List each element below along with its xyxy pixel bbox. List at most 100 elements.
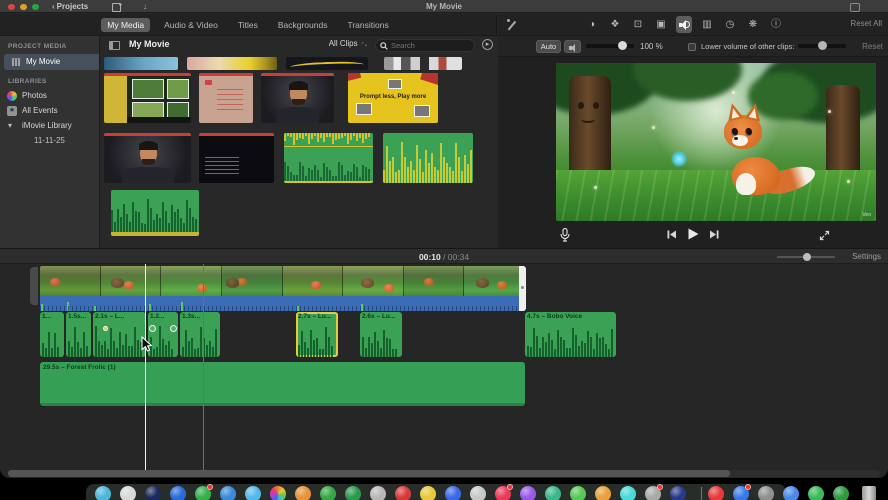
search-input[interactable] — [391, 39, 471, 51]
dock-app-icon[interactable] — [758, 486, 774, 500]
audio-clip-1-3s[interactable]: 1.3s... — [180, 312, 220, 357]
media-thumbnail-terminal[interactable] — [199, 133, 274, 183]
effects-icon[interactable]: ❋ — [745, 16, 761, 33]
tab-audio-video[interactable]: Audio & Video — [158, 18, 224, 32]
dock-app-icon[interactable] — [620, 486, 636, 500]
dock-app-icon[interactable] — [733, 484, 751, 500]
media-thumbnail-strip-sunset[interactable] — [187, 57, 277, 70]
noise-reduction-icon[interactable]: ▥ — [699, 16, 715, 33]
next-icon[interactable] — [709, 230, 720, 239]
video-filmstrip-clip[interactable] — [40, 266, 525, 296]
sidebar-toggle-icon[interactable] — [109, 41, 120, 50]
auto-volume-button[interactable]: Auto — [536, 40, 561, 53]
stabilization-icon[interactable]: ▣ — [653, 16, 669, 33]
media-thumbnail-document[interactable] — [199, 73, 253, 123]
media-thumbnail-app-grid[interactable] — [104, 73, 191, 123]
sidebar-item-11-11-25[interactable]: 11-11-25 — [0, 133, 99, 148]
media-thumbnail-wave-spikes[interactable] — [383, 133, 473, 183]
audio-clip-2-6s-lu[interactable]: 2.6s – Lu... — [360, 312, 402, 357]
clip-trim-handle[interactable] — [519, 266, 526, 311]
media-thumbnail-selfie[interactable] — [104, 133, 191, 183]
audio-clip-1-5s[interactable]: 1.5s... — [66, 312, 91, 357]
media-thumbnail-promo[interactable]: Prompt less, Play more — [348, 73, 438, 123]
dock-app-icon[interactable] — [95, 486, 111, 500]
browser-options-icon[interactable]: ▸ — [482, 39, 493, 50]
tab-backgrounds[interactable]: Backgrounds — [272, 18, 334, 32]
audio-clip-2-1s-l[interactable]: 2.1s – L... — [93, 312, 146, 357]
dock-app-icon[interactable] — [170, 486, 186, 500]
dock-app-icon[interactable] — [145, 486, 161, 500]
sidebar-item-photos[interactable]: Photos — [0, 88, 99, 103]
dock-app-icon[interactable] — [545, 486, 561, 500]
dock-app-icon[interactable] — [445, 486, 461, 500]
dock-app-icon[interactable] — [220, 486, 236, 500]
timeline-scrollbar[interactable] — [8, 470, 880, 477]
tab-transitions[interactable]: Transitions — [341, 18, 394, 32]
dock-app-icon[interactable] — [320, 486, 336, 500]
play-icon[interactable] — [687, 228, 699, 240]
search-field[interactable] — [375, 38, 475, 52]
dock-app-icon[interactable] — [470, 486, 486, 500]
fade-handle[interactable] — [170, 325, 177, 332]
dock-app-icon[interactable] — [783, 486, 799, 500]
volume-keyframe-dot[interactable] — [103, 326, 108, 331]
crop-icon[interactable]: ⊡ — [630, 16, 646, 33]
dock-app-icon[interactable] — [645, 484, 663, 500]
dock-app-icon[interactable] — [395, 486, 411, 500]
audio-clip-4-7s-bobo-voice[interactable]: 4.7s – Bobo Voice — [525, 312, 616, 357]
dock-app-icon[interactable] — [570, 486, 586, 500]
fade-handle[interactable] — [149, 325, 156, 332]
auto-enhance-icon[interactable] — [506, 19, 518, 31]
dock-app-icon[interactable] — [708, 486, 724, 500]
media-thumbnail-strip-photos[interactable] — [384, 57, 462, 70]
sidebar-item-imovie-library[interactable]: ▾ iMovie Library — [0, 118, 99, 133]
media-thumbnail-selfie[interactable] — [261, 73, 334, 123]
dock-app-icon[interactable] — [420, 486, 436, 500]
audio-clip-1[interactable]: 1... — [40, 312, 64, 357]
tab-my-media[interactable]: My Media — [101, 17, 151, 32]
reset-button[interactable]: Reset — [862, 42, 883, 51]
dock-app-icon[interactable] — [808, 486, 824, 500]
dock-app-icon[interactable] — [345, 486, 361, 500]
ducking-slider-knob[interactable] — [818, 41, 827, 50]
ducking-slider[interactable] — [798, 41, 846, 50]
dock-app-icon[interactable] — [833, 486, 849, 500]
volume-icon[interactable] — [676, 16, 692, 33]
fullscreen-icon[interactable] — [819, 230, 830, 241]
dock-app-icon[interactable] — [270, 486, 286, 500]
dock-app-icon[interactable] — [295, 486, 311, 500]
sidebar-item-all-events[interactable]: ★ All Events — [0, 103, 99, 118]
timeline-zoom-knob[interactable] — [803, 253, 811, 261]
timeline-zoom-slider[interactable] — [777, 253, 835, 261]
dock-app-icon[interactable] — [495, 484, 513, 500]
preview-viewer[interactable]: Veo — [556, 63, 876, 221]
previous-icon[interactable] — [666, 230, 677, 239]
tab-titles[interactable]: Titles — [232, 18, 264, 32]
dock-app-icon[interactable] — [670, 486, 686, 500]
dock-app-icon[interactable] — [195, 484, 213, 500]
timeline-settings-button[interactable]: Settings — [852, 252, 881, 261]
color-balance-icon[interactable]: ◑ — [584, 16, 600, 33]
dock-app-icon[interactable] — [595, 486, 611, 500]
volume-slider-knob[interactable] — [618, 41, 627, 50]
dock-app-icon[interactable] — [120, 486, 136, 500]
clip-filter-dropdown[interactable]: All Clips — [329, 39, 367, 48]
dock-app-icon[interactable] — [520, 486, 536, 500]
media-thumbnail-wave-bottomyellow[interactable] — [111, 190, 199, 236]
reset-all-button[interactable]: Reset All — [850, 19, 882, 28]
playhead[interactable] — [145, 264, 146, 470]
speed-icon[interactable]: ◷ — [722, 16, 738, 33]
volume-slider[interactable] — [586, 41, 634, 50]
media-thumbnail-strip-blue[interactable] — [104, 57, 178, 70]
lower-volume-checkbox[interactable] — [688, 42, 696, 51]
mute-button[interactable] — [564, 40, 581, 53]
dock-app-icon[interactable] — [370, 486, 386, 500]
sidebar-item-my-movie[interactable]: My Movie — [4, 54, 99, 70]
dock-trash-icon[interactable] — [862, 486, 876, 500]
timeline-scrollbar-thumb[interactable] — [8, 470, 730, 477]
background-music-clip[interactable]: 29.5s – Forest Frolic (1) — [40, 362, 525, 406]
media-thumbnail-strip-curve[interactable] — [286, 57, 368, 70]
timeline[interactable]: 1... 1.5s... 2.1s – L... 1.2... 1.3s... 2.7s … — [0, 264, 888, 478]
audio-clip-2-7s-lu[interactable]: 2.7s – Lu... — [296, 312, 338, 357]
dock-app-icon[interactable] — [245, 486, 261, 500]
